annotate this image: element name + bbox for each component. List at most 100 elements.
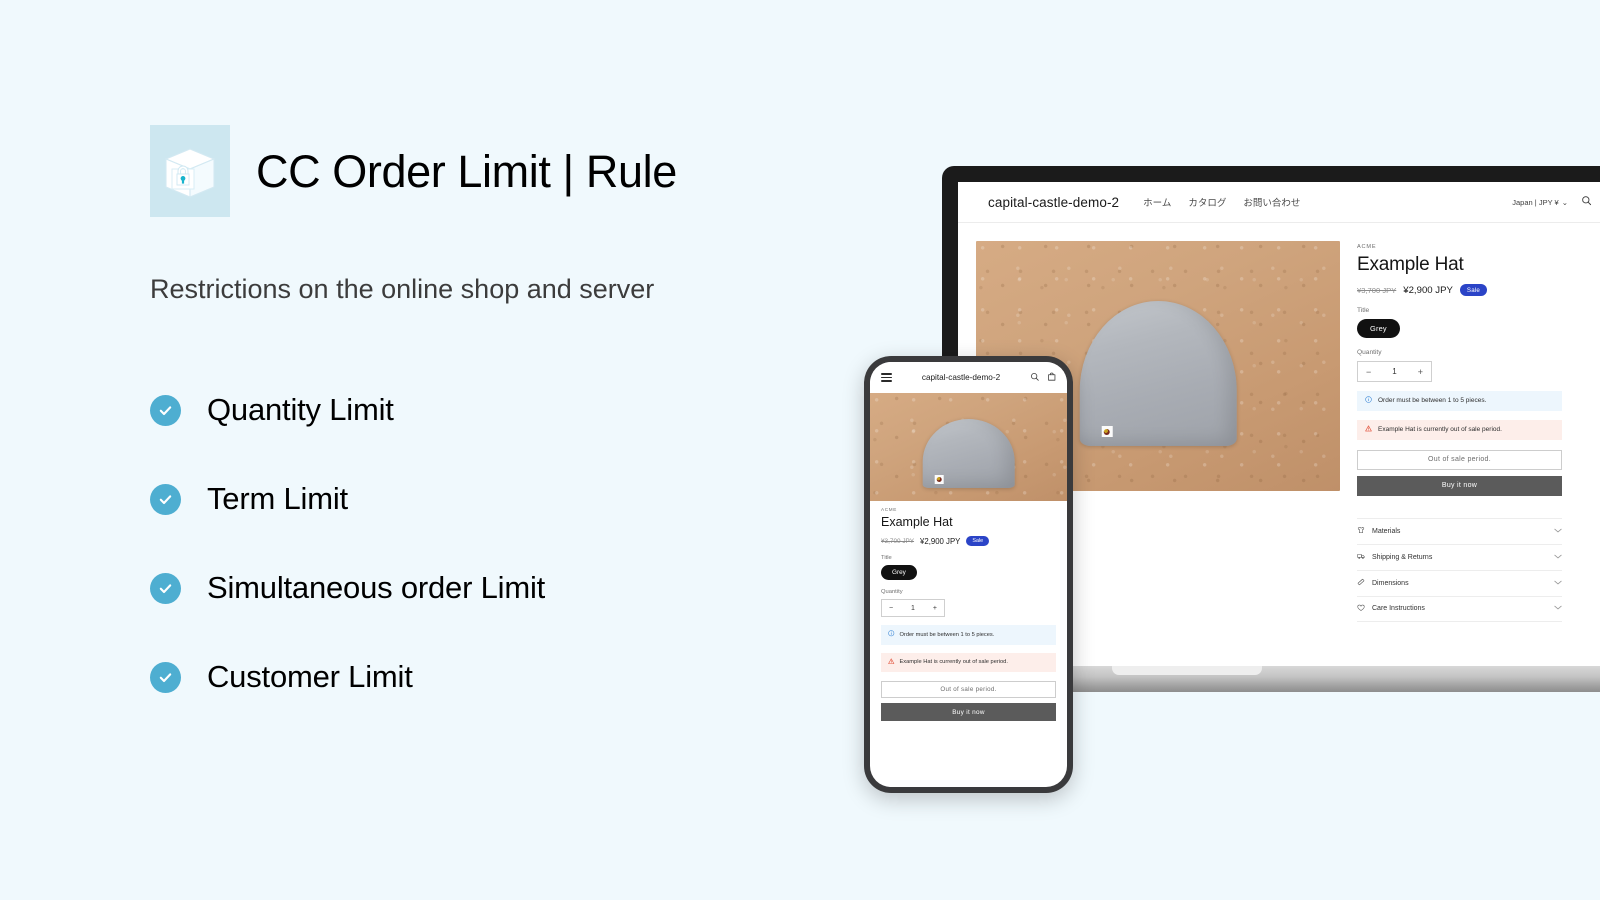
info-circle-icon [888, 630, 895, 639]
accordion-label: Materials [1372, 527, 1401, 535]
feature-label: Quantity Limit [207, 392, 394, 428]
feature-item: Quantity Limit [150, 366, 850, 455]
feature-item: Simultaneous order Limit [150, 544, 850, 633]
locale-selector[interactable]: Japan | JPY ¥ ⌄ [1512, 198, 1568, 207]
product-accordion: Materials Shipping & Returns Dimensions … [1357, 517, 1562, 622]
feature-label: Customer Limit [207, 659, 413, 695]
variant-label: Title [881, 555, 892, 562]
mobile-site-header: capital-castle-demo-2 [870, 362, 1067, 393]
check-circle-icon [150, 483, 181, 515]
info-circle-icon [1365, 396, 1372, 406]
search-icon[interactable] [1581, 193, 1592, 211]
variant-option-grey[interactable]: Grey [881, 565, 917, 581]
brand-tag-icon [935, 474, 945, 484]
variant-label: Title [1357, 307, 1370, 314]
shirt-icon [1357, 526, 1365, 536]
phone-mockup: capital-castle-demo-2 ACME Example Hat ¥… [864, 356, 1073, 793]
warning-triangle-icon [888, 658, 895, 667]
order-limit-notice: Order must be between 1 to 5 pieces. [881, 625, 1056, 645]
site-brand[interactable]: capital-castle-demo-2 [988, 195, 1119, 210]
product-vendor: ACME [881, 507, 898, 512]
sale-period-warning: Example Hat is currently out of sale per… [1357, 419, 1562, 440]
compare-price: ¥3,700 JPY [1357, 285, 1397, 295]
sale-period-warning-text: Example Hat is currently out of sale per… [1378, 425, 1502, 433]
check-circle-icon [150, 661, 181, 693]
quantity-stepper[interactable]: − 1 + [1357, 361, 1432, 382]
quantity-stepper[interactable]: − 1 + [881, 599, 945, 618]
chevron-down-icon: ⌄ [1561, 197, 1568, 207]
page-subtitle: Restrictions on the online shop and serv… [150, 274, 655, 304]
slide-canvas: CC Order Limit | Rule Restrictions on th… [0, 0, 1600, 900]
cart-icon[interactable] [1047, 369, 1057, 387]
order-limit-notice-text: Order must be between 1 to 5 pieces. [1378, 397, 1487, 404]
feature-item: Customer Limit [150, 633, 850, 722]
accordion-row-materials[interactable]: Materials [1357, 517, 1562, 544]
sale-badge: Sale [1459, 284, 1488, 296]
accordion-label: Shipping & Returns [1372, 553, 1433, 561]
accordion-label: Dimensions [1372, 579, 1409, 587]
buy-it-now-button[interactable]: Buy it now [881, 703, 1056, 722]
quantity-decrease-button[interactable]: − [889, 605, 893, 612]
hamburger-menu-icon[interactable] [881, 373, 892, 382]
quantity-increase-button[interactable]: + [1418, 367, 1423, 377]
mobile-storefront: capital-castle-demo-2 ACME Example Hat ¥… [870, 362, 1067, 787]
add-to-cart-button[interactable]: Out of sale period. [1357, 449, 1562, 470]
order-limit-notice: Order must be between 1 to 5 pieces. [1357, 391, 1562, 411]
laptop-notch [1112, 666, 1262, 675]
accordion-row-shipping[interactable]: Shipping & Returns [1357, 543, 1562, 570]
quantity-increase-button[interactable]: + [933, 605, 937, 612]
quantity-decrease-button[interactable]: − [1366, 367, 1371, 377]
header-actions: Japan | JPY ¥ ⌄ [1512, 193, 1600, 211]
locked-box-icon [150, 125, 230, 217]
heart-icon [1357, 604, 1365, 614]
chevron-down-icon [1554, 580, 1562, 587]
desktop-site-header: capital-castle-demo-2 ホーム カタログ お問い合わせ Ja… [958, 182, 1600, 223]
quantity-value[interactable]: 1 [911, 605, 915, 612]
quantity-label: Quantity [1357, 349, 1382, 356]
check-circle-icon [150, 572, 181, 604]
feature-label: Simultaneous order Limit [207, 570, 546, 606]
accordion-row-care[interactable]: Care Instructions [1357, 595, 1562, 622]
content-panel: CC Order Limit | Rule Restrictions on th… [150, 125, 850, 722]
nav-link-contact[interactable]: お問い合わせ [1243, 195, 1300, 209]
chevron-down-icon [1554, 554, 1562, 561]
title-row: CC Order Limit | Rule [150, 125, 850, 217]
truck-icon [1357, 552, 1365, 562]
order-limit-notice-text: Order must be between 1 to 5 pieces. [899, 631, 995, 638]
mobile-site-brand[interactable]: capital-castle-demo-2 [892, 373, 1030, 383]
compare-price: ¥3,700 JPY [881, 537, 915, 545]
locale-label: Japan | JPY ¥ [1512, 197, 1559, 207]
buy-it-now-button[interactable]: Buy it now [1357, 475, 1562, 496]
ruler-icon [1357, 578, 1365, 588]
nav-link-catalog[interactable]: カタログ [1188, 195, 1226, 209]
variant-option-grey[interactable]: Grey [1357, 319, 1400, 338]
warning-triangle-icon [1365, 425, 1372, 435]
price-row: ¥3,700 JPY ¥2,900 JPY Sale [1357, 284, 1562, 296]
chevron-down-icon [1554, 528, 1562, 535]
feature-item: Term Limit [150, 455, 850, 544]
current-price: ¥2,900 JPY [1403, 284, 1453, 296]
product-title: Example Hat [881, 515, 953, 529]
feature-label: Term Limit [207, 481, 348, 517]
add-to-cart-button[interactable]: Out of sale period. [881, 681, 1056, 699]
chevron-down-icon [1554, 605, 1562, 612]
quantity-label: Quantity [881, 589, 903, 596]
nav-link-home[interactable]: ホーム [1143, 195, 1171, 209]
mobile-product-info: ACME Example Hat ¥3,700 JPY ¥2,900 JPY S… [870, 501, 1067, 722]
current-price: ¥2,900 JPY [920, 536, 961, 546]
page-title: CC Order Limit | Rule [256, 145, 677, 197]
sale-badge: Sale [966, 536, 990, 547]
price-row: ¥3,700 JPY ¥2,900 JPY Sale [881, 536, 1056, 547]
product-vendor: ACME [1357, 244, 1377, 250]
accordion-label: Care Instructions [1372, 605, 1425, 613]
feature-list: Quantity Limit Term Limit Simultaneous o… [150, 366, 850, 722]
mobile-product-image[interactable] [870, 393, 1067, 501]
quantity-value[interactable]: 1 [1392, 367, 1396, 376]
product-title: Example Hat [1357, 254, 1464, 275]
product-info: ACME Example Hat ¥3,700 JPY ¥2,900 JPY S… [1357, 241, 1562, 622]
search-icon[interactable] [1030, 369, 1040, 387]
brand-tag-icon [1101, 426, 1113, 438]
sale-period-warning-text: Example Hat is currently out of sale per… [899, 658, 1008, 665]
check-circle-icon [150, 394, 181, 426]
accordion-row-dimensions[interactable]: Dimensions [1357, 569, 1562, 596]
